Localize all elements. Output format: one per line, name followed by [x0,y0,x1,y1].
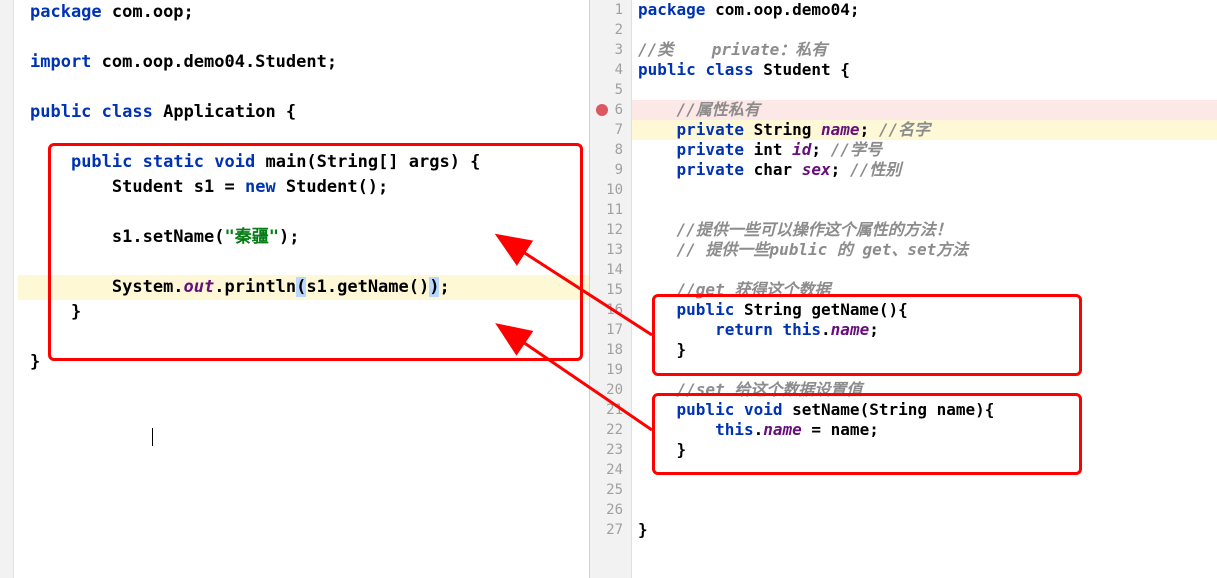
line-number[interactable]: 12 [590,220,631,240]
code-line [632,480,1217,500]
line-number[interactable]: 2 [590,20,631,40]
line-number[interactable]: 25 [590,480,631,500]
line-number[interactable]: 20 [590,380,631,400]
code-line [18,250,589,275]
code-line: // 提供一些public 的 get、set方法 [632,240,1217,260]
line-number[interactable]: 8 [590,140,631,160]
line-number[interactable]: 3 [590,40,631,60]
code-line: import com.oop.demo04.Student; [18,50,589,75]
line-number[interactable]: 14 [590,260,631,280]
line-number[interactable]: 4 [590,60,631,80]
right-code-editor[interactable]: package com.oop.demo04; //类 private：私有 p… [632,0,1217,578]
left-code-editor[interactable]: package com.oop; import com.oop.demo04.S… [0,0,590,578]
code-line [632,260,1217,280]
code-line [18,75,589,100]
code-line: //set 给这个数据设置值 [632,380,1217,400]
line-number[interactable]: 11 [590,200,631,220]
line-number[interactable]: 17 [590,320,631,340]
code-line: } [18,350,589,375]
code-line: } [632,520,1217,540]
right-gutter[interactable]: 1 2 3 4 5 6 7 8 9 10 11 12 13 14 15 16 1… [590,0,632,578]
code-line: } [18,300,589,325]
left-gutter [0,0,14,578]
code-line [632,460,1217,480]
text-cursor-icon [152,428,153,446]
code-line: Student s1 = new Student(); [18,175,589,200]
code-line [18,375,589,400]
line-number[interactable]: 13 [590,240,631,260]
code-line: } [632,440,1217,460]
line-number[interactable]: 19 [590,360,631,380]
line-number[interactable]: 9 [590,160,631,180]
code-line [18,400,589,425]
code-line: public String getName(){ [632,300,1217,320]
breakpoint-icon[interactable] [596,104,608,116]
code-line: private String name; //名字 [632,120,1217,140]
cursor-line [18,425,589,450]
line-number[interactable]: 24 [590,460,631,480]
code-line [632,360,1217,380]
line-number[interactable]: 16 [590,300,631,320]
line-number[interactable]: 18 [590,340,631,360]
code-line: package com.oop.demo04; [632,0,1217,20]
editor-split-view: package com.oop; import com.oop.demo04.S… [0,0,1217,578]
code-line: this.name = name; [632,420,1217,440]
code-line: private char sex; //性别 [632,160,1217,180]
line-number[interactable]: 27 [590,520,631,540]
code-line [632,200,1217,220]
line-number[interactable]: 26 [590,500,631,520]
code-line [18,200,589,225]
code-line: //get 获得这个数据 [632,280,1217,300]
line-number[interactable]: 22 [590,420,631,440]
code-line [18,125,589,150]
code-line: return this.name; [632,320,1217,340]
line-number[interactable]: 1 [590,0,631,20]
code-line: public class Application { [18,100,589,125]
line-number[interactable]: 7 [590,120,631,140]
code-line [632,80,1217,100]
code-line: } [632,340,1217,360]
line-number[interactable]: 23 [590,440,631,460]
code-line [632,180,1217,200]
line-number[interactable]: 5 [590,80,631,100]
code-line [632,20,1217,40]
line-number[interactable]: 15 [590,280,631,300]
line-number[interactable]: 21 [590,400,631,420]
code-line: //属性私有 [632,100,1217,120]
code-line [18,325,589,350]
code-line: private int id; //学号 [632,140,1217,160]
code-line: public void setName(String name){ [632,400,1217,420]
code-line [18,25,589,50]
line-number[interactable]: 10 [590,180,631,200]
code-line: //提供一些可以操作这个属性的方法！ [632,220,1217,240]
code-line: public class Student { [632,60,1217,80]
code-line: //类 private：私有 [632,40,1217,60]
code-line: s1.setName("秦疆"); [18,225,589,250]
code-line [632,500,1217,520]
code-line: package com.oop; [18,0,589,25]
code-line-highlighted: System.out.println(s1.getName()); [18,275,589,300]
code-line: public static void main(String[] args) { [18,150,589,175]
